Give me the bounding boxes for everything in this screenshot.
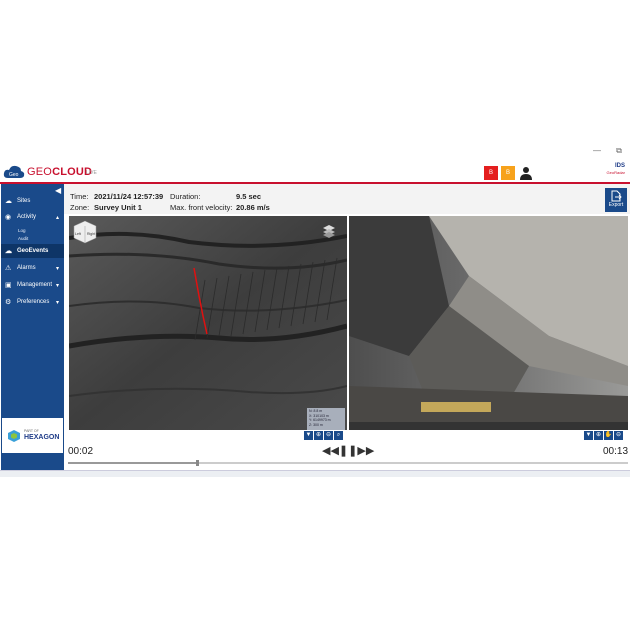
car-icon: ▣ [5, 282, 12, 289]
zoom-in-icon[interactable]: ⊕ [594, 431, 603, 440]
geo-cloud-logo-icon: Geo [3, 165, 25, 178]
chevron-up-icon: ▴ [56, 214, 60, 221]
velocity-value: 20.86 m/s [236, 203, 270, 212]
svg-text:Left: Left [75, 232, 81, 236]
export-label: Export [608, 202, 624, 208]
right-view-tools: ▼ ⊕ ✋ ⊖ [584, 431, 623, 440]
sidebar-item-management[interactable]: ▣ Management ▾ [1, 278, 64, 292]
camera-view[interactable] [349, 216, 628, 430]
search-icon[interactable]: ⌕ [334, 431, 343, 440]
sidebar-item-alarms[interactable]: ⚠ Alarms ▾ [1, 261, 64, 275]
nav-cube-icon[interactable]: Left Right [72, 220, 98, 244]
rock-face-3d-render [69, 216, 347, 430]
playback-timeline[interactable] [68, 462, 628, 464]
gauge-icon: ◉ [5, 214, 12, 221]
restore-button[interactable]: ⧉ [614, 146, 624, 156]
select-icon[interactable]: ▼ [584, 431, 593, 440]
hexagon-name: HEXAGON [24, 434, 60, 441]
warning-icon: ⚠ [5, 265, 12, 272]
duration-label: Duration: [170, 192, 201, 201]
coordinates-readout: N: 8 8 m X: 310103 m Y: 6149973 m Z: 300… [307, 408, 345, 430]
chevron-down-icon: ▾ [56, 282, 60, 289]
hexagon-partner-logo: PART OF HEXAGON [2, 418, 63, 453]
zone-value: Survey Unit 1 [94, 203, 142, 212]
playback-end-time: 00:13 [603, 446, 629, 457]
chevron-down-icon: ▾ [56, 265, 60, 272]
hexagon-part-of: PART OF [24, 429, 39, 433]
sidebar-item-preferences[interactable]: ⚙ Preferences ▾ [1, 295, 64, 309]
cloud-icon: ☁ [5, 198, 12, 205]
quarry-photo [349, 216, 628, 430]
brand-subtitle: LIVE [86, 170, 97, 176]
zoom-in-icon[interactable]: ⊕ [314, 431, 323, 440]
brand-geo: GEO [27, 166, 53, 178]
time-label: Time: [70, 192, 89, 201]
select-icon[interactable]: ▼ [304, 431, 313, 440]
user-icon[interactable] [520, 166, 532, 180]
time-value: 2021/11/24 12:57:39 [94, 192, 164, 201]
rewind-icon[interactable]: ◀◀ [322, 444, 339, 458]
velocity-label: Max. front velocity: [170, 203, 233, 212]
export-icon [611, 190, 622, 202]
duration-value: 9.5 sec [236, 192, 262, 201]
zoom-out-icon[interactable]: ⊖ [614, 431, 623, 440]
chevron-down-icon: ▾ [56, 299, 60, 306]
window-bottom-strip [0, 470, 630, 477]
sidebar-item-geoevents[interactable]: ☁ GeoEvents [1, 244, 64, 258]
zoom-out-icon[interactable]: ⊖ [324, 431, 333, 440]
gear-icon: ⚙ [5, 299, 12, 306]
sidebar-item-activity[interactable]: ◉ Activity ▴ [1, 210, 64, 224]
alarm-red-badge[interactable]: B [484, 166, 498, 180]
minimize-button[interactable]: — [592, 146, 602, 156]
sidebar-item-label: Alarms [17, 265, 36, 271]
app-brand: GEOCLOUD [27, 166, 92, 178]
sidebar-subitem-log[interactable]: Log [18, 228, 26, 233]
playback-controls: ◀◀ ❚❚ ▶▶ [322, 444, 374, 458]
sidebar-item-label: Management [17, 282, 53, 288]
sidebar-subitem-audit[interactable]: Audit [18, 236, 28, 241]
sidebar-item-label: Sites [17, 198, 31, 204]
fast-forward-icon[interactable]: ▶▶ [357, 444, 374, 458]
pan-hand-icon[interactable]: ✋ [604, 431, 613, 440]
export-button[interactable]: Export [605, 188, 627, 212]
sidebar-item-label: GeoEvents [17, 248, 49, 254]
event-icon: ☁ [5, 248, 12, 255]
timeline-thumb[interactable] [195, 460, 199, 466]
sidebar-item-label: Preferences [17, 299, 50, 305]
svg-text:Right: Right [87, 232, 95, 236]
ids-georadar-logo: IDS GeoRadar [595, 163, 625, 181]
radar-3d-view[interactable] [69, 216, 347, 430]
left-view-tools: ▼ ⊕ ⊖ ⌕ [304, 431, 343, 440]
pause-icon[interactable]: ❚❚ [339, 444, 357, 458]
sidebar-item-sites[interactable]: ☁ Sites [1, 194, 64, 208]
coord-line: Z: 300 m [309, 422, 323, 427]
hexagon-icon [8, 430, 20, 442]
layers-icon[interactable] [322, 224, 336, 238]
ids-title: IDS [614, 163, 625, 169]
timeline-progress [68, 462, 197, 464]
window-controls: — ⧉ [592, 146, 624, 156]
playback-start-time: 00:02 [68, 446, 94, 457]
ids-subtitle: GeoRadar [606, 170, 625, 175]
zone-label: Zone: [70, 203, 90, 212]
svg-text:Geo: Geo [9, 172, 19, 178]
alarm-orange-badge[interactable]: B [501, 166, 515, 180]
sidebar-item-label: Activity [17, 214, 37, 220]
